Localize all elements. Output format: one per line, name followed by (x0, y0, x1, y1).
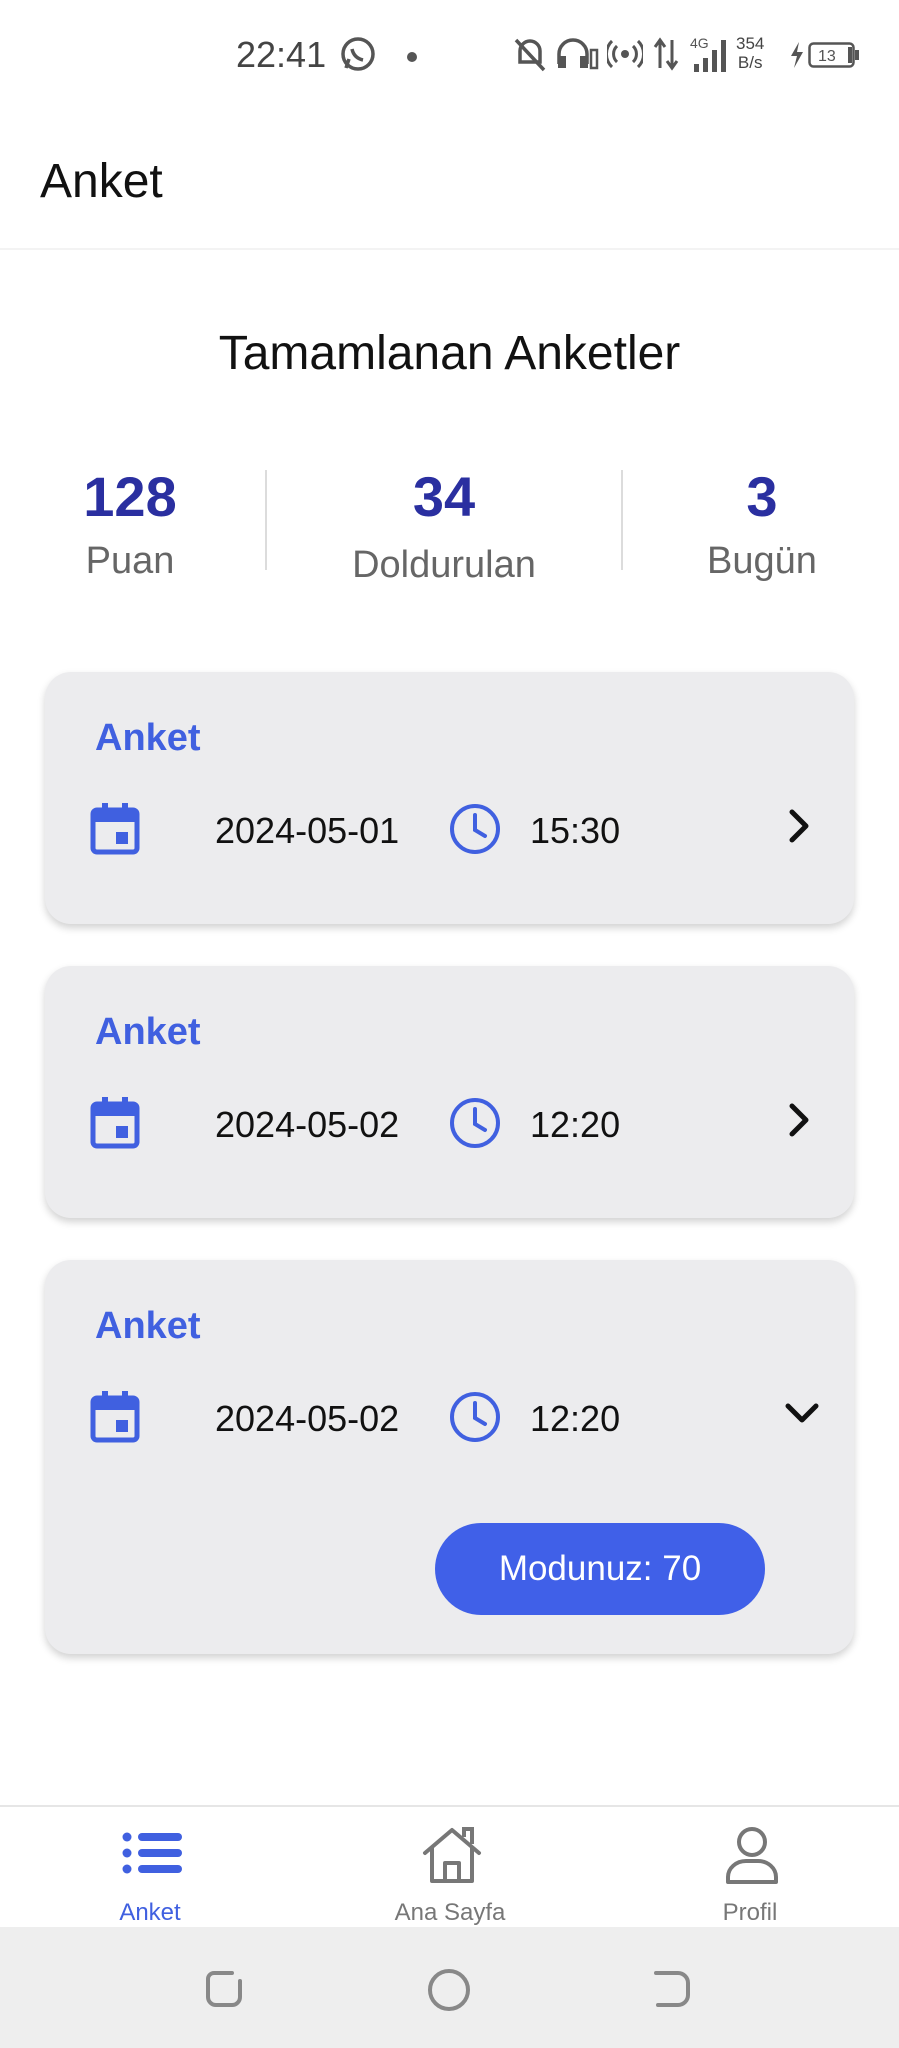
survey-card-details: 2024-05-02 12:20 (90, 1096, 810, 1152)
chevron-right-icon[interactable] (780, 1096, 820, 1151)
clock-icon (448, 1096, 502, 1155)
survey-date: 2024-05-02 (215, 1398, 400, 1439)
stat-value: 34 (412, 465, 476, 528)
stat-value: 128 (83, 465, 177, 528)
chevron-down-icon[interactable] (780, 1390, 830, 1445)
score-button[interactable]: Modunuz: 70 (435, 1523, 765, 1615)
app-bar: Anket (0, 110, 899, 250)
stat-divider (621, 470, 623, 570)
charging-icon (787, 34, 807, 79)
bottom-nav: Anket Ana Sayfa Profil (0, 1805, 899, 1927)
calendar-icon (90, 1390, 140, 1449)
home-icon (423, 1827, 481, 1883)
back-button[interactable] (650, 1967, 694, 2016)
calendar-icon (90, 802, 140, 861)
home-button[interactable] (426, 1967, 472, 2018)
battery-icon: 13 (808, 42, 860, 73)
stat-value: 3 (746, 465, 778, 528)
whatsapp-icon (338, 34, 378, 79)
nav-item-home[interactable]: Ana Sayfa (350, 1807, 550, 1929)
status-time: 22:41 (236, 34, 327, 75)
signal-icon: 4G (688, 34, 732, 81)
survey-time: 12:20 (530, 1104, 621, 1145)
list-icon (122, 1832, 182, 1874)
net-speed-unit: B/s (737, 53, 763, 72)
nav-item-survey[interactable]: Anket (50, 1807, 250, 1929)
survey-card-expanded[interactable]: Anket 2024-05-02 12:20 Modunuz: 70 (45, 1260, 854, 1654)
page-title: Anket (40, 155, 163, 208)
stat-points: 128 Puan (45, 462, 215, 586)
stat-filled: 34 Doldurulan (324, 462, 564, 590)
stat-divider (265, 470, 267, 570)
survey-card-title: Anket (95, 1011, 201, 1053)
battery-level: 13 (818, 48, 836, 65)
section-title: Tamamlanan Anketler (218, 327, 681, 380)
survey-date: 2024-05-01 (215, 810, 400, 851)
nav-item-profile[interactable]: Profil (650, 1807, 850, 1929)
survey-date: 2024-05-02 (215, 1104, 400, 1145)
hotspot-icon (605, 34, 645, 79)
stat-today: 3 Bugün (682, 462, 842, 586)
survey-time: 12:20 (530, 1398, 621, 1439)
headphones-battery-icon (555, 34, 599, 79)
survey-card[interactable]: Anket 2024-05-02 12:20 (45, 966, 854, 1218)
survey-card-details: 2024-05-02 12:20 (90, 1390, 819, 1449)
survey-card-title: Anket (95, 1305, 201, 1347)
survey-time: 15:30 (530, 810, 621, 851)
stats-summary: 128 Puan 34 Doldurulan 3 Bugün (0, 462, 899, 602)
clock-icon (448, 802, 502, 861)
network-type-label: 4G (690, 35, 709, 51)
survey-card[interactable]: Anket 2024-05-01 15:30 (45, 672, 854, 924)
system-nav-bar (0, 1927, 899, 2048)
stat-label: Doldurulan (352, 544, 536, 586)
chevron-right-icon[interactable] (780, 802, 820, 857)
nav-label: Ana Sayfa (394, 1899, 506, 1926)
status-bar: 22:41 4G 354 B/s 13 (0, 0, 899, 110)
stat-label: Puan (85, 540, 175, 582)
calendar-icon (90, 1096, 140, 1155)
data-transfer-icon (652, 34, 680, 79)
nav-label: Profil (722, 1899, 778, 1926)
notification-dot-icon (406, 50, 418, 68)
survey-card-title: Anket (95, 717, 201, 759)
stat-label: Bugün (707, 540, 817, 582)
net-speed: 354 B/s (736, 34, 764, 72)
net-speed-value: 354 (736, 34, 765, 53)
person-icon (726, 1827, 778, 1884)
survey-card-details: 2024-05-01 15:30 (90, 802, 810, 858)
nav-label: Anket (119, 1899, 181, 1926)
mute-bell-icon (512, 34, 548, 79)
recents-button[interactable] (202, 1967, 246, 2016)
clock-icon (448, 1390, 502, 1449)
